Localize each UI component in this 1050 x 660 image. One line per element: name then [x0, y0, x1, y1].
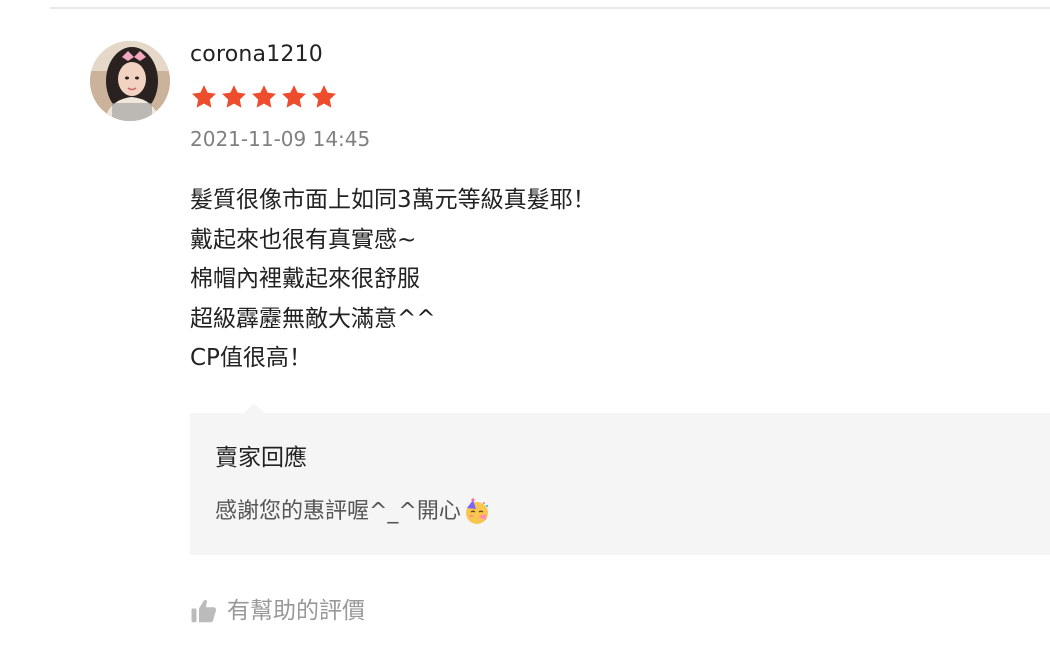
- seller-reply-body: 感謝您的惠評喔^_^開心: [215, 496, 491, 528]
- star-rating: [190, 83, 338, 111]
- helpful-label: 有幫助的評價: [227, 598, 365, 624]
- review-line: 髮質很像市面上如同3萬元等級真髮耶！: [190, 187, 596, 213]
- review-line: 超級霹靂無敵大滿意^^: [190, 305, 436, 332]
- avatar[interactable]: [90, 41, 170, 121]
- review-line: 棉帽內裡戴起來很舒服: [190, 266, 420, 292]
- star-icon: [280, 83, 308, 111]
- avatar-image: [90, 41, 170, 121]
- star-icon: [190, 83, 218, 111]
- thumbs-up-icon: [189, 596, 219, 626]
- seller-reply-title: 賣家回應: [215, 445, 307, 471]
- seller-reply-text: 感謝您的惠評喔^_^開心: [215, 499, 461, 524]
- partying-face-icon: [463, 498, 491, 526]
- star-icon: [220, 83, 248, 111]
- top-divider: [50, 7, 1050, 9]
- seller-reply: 賣家回應 感謝您的惠評喔^_^開心: [190, 413, 1050, 555]
- review-line: 戴起來也很有真實感~: [190, 226, 417, 253]
- star-icon: [310, 83, 338, 111]
- helpful-button[interactable]: 有幫助的評價: [189, 594, 365, 628]
- review-text: 髮質很像市面上如同3萬元等級真髮耶！ 戴起來也很有真實感~ 棉帽內裡戴起來很舒服…: [190, 181, 1010, 379]
- review-timestamp: 2021-11-09 14:45: [190, 127, 371, 151]
- review-line: CP值很高！: [190, 345, 312, 371]
- reviewer-username: corona1210: [190, 42, 323, 67]
- star-icon: [250, 83, 278, 111]
